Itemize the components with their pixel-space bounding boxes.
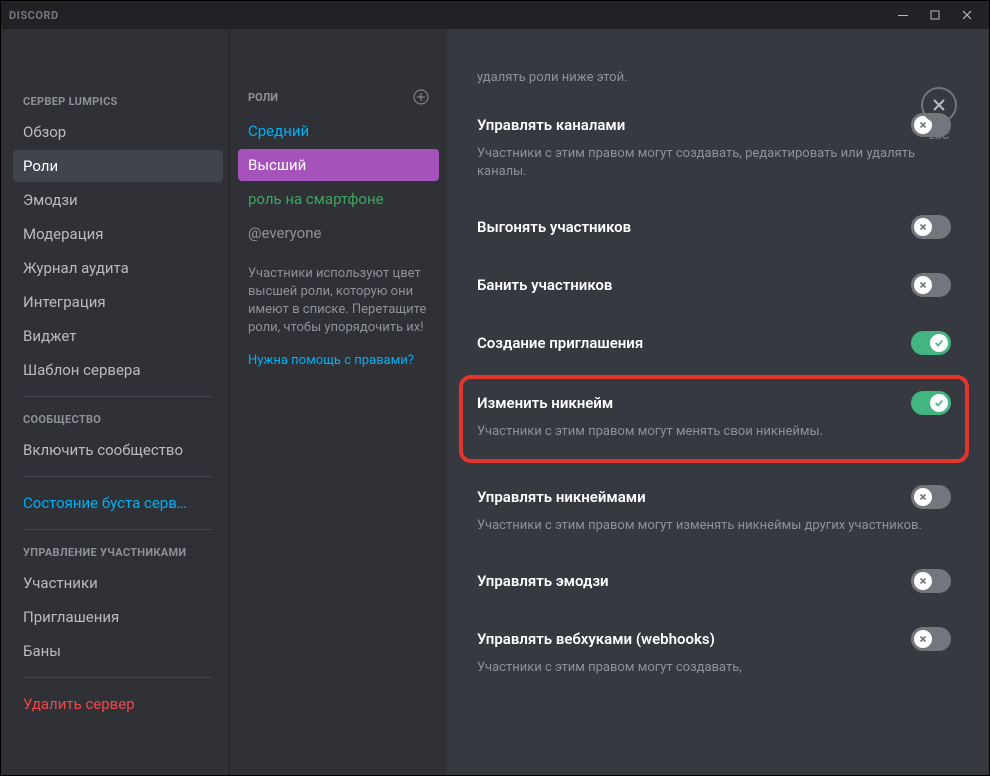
permission-toggle[interactable] — [911, 273, 951, 297]
minimize-button[interactable] — [889, 5, 917, 25]
permission-description: Участники с этим правом могут создавать, — [477, 659, 951, 677]
sidebar-item-boost-status[interactable]: Состояние буста серв… — [13, 487, 223, 519]
toggle-knob — [914, 488, 932, 506]
sidebar-item-roles[interactable]: Роли — [13, 150, 223, 182]
close-button[interactable] — [953, 5, 981, 25]
sidebar-item-bans[interactable]: Баны — [13, 635, 223, 667]
permission-item: Выгонять участников — [477, 197, 951, 255]
sidebar-item-widget[interactable]: Виджет — [13, 320, 223, 352]
sidebar-item-invites[interactable]: Приглашения — [13, 601, 223, 633]
roles-column: РОЛИ СреднийВысшийроль на смартфоне@ever… — [229, 29, 447, 775]
permission-title: Банить участников — [477, 276, 612, 294]
permission-title: Изменить никнейм — [477, 394, 613, 412]
sidebar-item-integrations[interactable]: Интеграция — [13, 286, 223, 318]
sidebar-community-header: СООБЩЕСТВО — [13, 407, 223, 432]
sidebar-item-delete-server[interactable]: Удалить сервер — [13, 688, 223, 720]
titlebar: DISCORD — [1, 1, 989, 29]
permission-toggle[interactable] — [911, 215, 951, 239]
permission-title: Управлять вебхуками (webhooks) — [477, 630, 715, 648]
divider — [23, 396, 213, 397]
permission-toggle[interactable] — [911, 485, 951, 509]
sidebar-item-overview[interactable]: Обзор — [13, 116, 223, 148]
permission-title: Управлять никнеймами — [477, 488, 646, 506]
sidebar-item-template[interactable]: Шаблон сервера — [13, 354, 223, 386]
role-item[interactable]: Высший — [238, 149, 439, 181]
sidebar-item-audit-log[interactable]: Журнал аудита — [13, 252, 223, 284]
app-name: DISCORD — [9, 9, 59, 22]
role-item[interactable]: роль на смартфоне — [238, 183, 439, 215]
permission-item: Изменить никнейм Участники с этим правом … — [477, 391, 951, 441]
permissions-panel: удалять роли ниже этой. Управлять канала… — [447, 29, 989, 775]
toggle-knob — [914, 572, 932, 590]
permission-title: Управлять каналами — [477, 116, 625, 134]
maximize-button[interactable] — [921, 5, 949, 25]
sidebar-members-header: УПРАВЛЕНИЕ УЧАСТНИКАМИ — [13, 540, 223, 565]
toggle-knob — [930, 394, 948, 412]
permission-item: Управлять никнеймами Участники с этим пра… — [477, 467, 951, 551]
esc-label: ESC — [929, 129, 949, 142]
divider — [23, 476, 213, 477]
close-settings-button[interactable]: ESC — [921, 87, 957, 142]
close-icon — [921, 87, 957, 123]
toggle-knob — [914, 218, 932, 236]
sidebar-item-moderation[interactable]: Модерация — [13, 218, 223, 250]
permission-title: Выгонять участников — [477, 218, 631, 236]
roles-header-title: РОЛИ — [248, 91, 278, 104]
settings-sidebar: СЕРВЕР LUMPICS Обзор Роли Эмодзи Модерац… — [1, 29, 229, 775]
sidebar-item-emoji[interactable]: Эмодзи — [13, 184, 223, 216]
permission-description: Участники с этим правом могут изменять н… — [477, 517, 951, 535]
add-role-icon[interactable] — [413, 89, 429, 105]
permission-description: Участники с этим правом могут менять сво… — [477, 423, 951, 441]
permission-item: Банить участников — [477, 255, 951, 313]
permission-item: Управлять вебхуками (webhooks) Участники … — [477, 609, 951, 693]
permission-toggle[interactable] — [911, 569, 951, 593]
divider — [23, 529, 213, 530]
permission-toggle[interactable] — [911, 627, 951, 651]
sidebar-server-header: СЕРВЕР LUMPICS — [13, 89, 223, 114]
permission-toggle[interactable] — [911, 391, 951, 415]
permission-title: Управлять эмодзи — [477, 572, 609, 590]
highlighted-permission: Изменить никнейм Участники с этим правом … — [459, 375, 969, 463]
role-item[interactable]: Средний — [238, 115, 439, 147]
toggle-knob — [930, 334, 948, 352]
permission-toggle[interactable] — [911, 331, 951, 355]
toggle-knob — [914, 276, 932, 294]
permission-item: Управлять эмодзи — [477, 551, 951, 609]
roles-hint: Участники используют цвет высшей роли, к… — [238, 251, 439, 345]
roles-help-link[interactable]: Нужна помощь с правами? — [238, 345, 439, 376]
permission-item: Создание приглашения — [477, 313, 951, 371]
role-item[interactable]: @everyone — [238, 217, 439, 249]
toggle-knob — [914, 630, 932, 648]
sidebar-item-members[interactable]: Участники — [13, 567, 223, 599]
divider — [23, 677, 213, 678]
perm-desc-fragment: удалять роли ниже этой. — [477, 69, 951, 95]
permission-description: Участники с этим правом могут создавать,… — [477, 145, 951, 181]
permission-title: Создание приглашения — [477, 334, 643, 352]
sidebar-item-enable-community[interactable]: Включить сообщество — [13, 434, 223, 466]
permission-item: Управлять каналами Участники с этим право… — [477, 95, 951, 197]
